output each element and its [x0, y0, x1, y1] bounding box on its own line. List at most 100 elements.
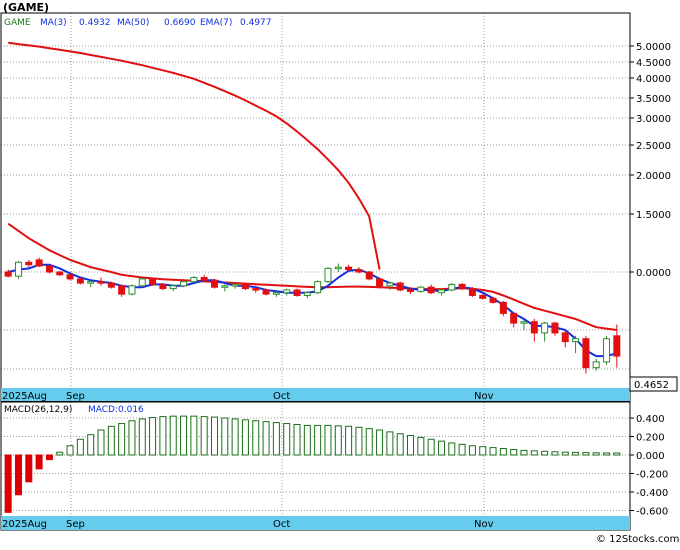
macd-bar — [283, 423, 291, 456]
macd-axis-label: 0.200 — [636, 433, 665, 444]
macd-bar — [87, 434, 95, 456]
macd-date-label-sep: Sep — [66, 519, 85, 530]
candle-body — [530, 321, 538, 334]
candle-body — [572, 338, 580, 343]
candle-body — [221, 285, 229, 288]
macd-bar — [407, 435, 415, 456]
candle-body — [169, 285, 177, 290]
macd-panel — [0, 401, 631, 531]
macd-bar — [345, 425, 353, 456]
price-axis-label: 4.0000 — [636, 74, 671, 85]
candle-body — [190, 277, 198, 283]
price-axis-label: 2.5000 — [636, 141, 671, 152]
macd-bar — [468, 445, 476, 456]
date-label-oct: Oct — [273, 391, 290, 402]
price-axis-label: 3.5000 — [636, 94, 671, 105]
macd-bar — [190, 415, 198, 456]
candle-body — [603, 338, 611, 363]
macd-bar — [510, 448, 518, 456]
candle-body — [407, 289, 415, 292]
date-label-sep: Sep — [66, 391, 85, 402]
candle-body — [489, 297, 497, 303]
legend-ma50-value: 0.6690 — [164, 18, 196, 28]
macd-bar — [138, 418, 146, 456]
macd-axis-label: -0.400 — [636, 488, 668, 499]
macd-bar — [314, 424, 322, 456]
price-axis-label: 0.0000 — [636, 268, 671, 279]
macd-bar — [489, 447, 497, 456]
candle-body — [582, 338, 590, 369]
price-axis-label: 2.0000 — [636, 171, 671, 182]
candle-body — [200, 277, 208, 281]
candle-body — [448, 283, 456, 291]
candle-body — [138, 278, 146, 287]
candle-body — [45, 265, 53, 273]
legend-ema7-value: 0.4977 — [240, 18, 272, 28]
price-legend: GAME MA(3) 0.4932 MA(50) 0.6690 EMA(7) 0… — [4, 18, 272, 28]
price-axis-label: 4.5000 — [636, 58, 671, 69]
price-axis-label: 3.0000 — [636, 114, 671, 125]
macd-bar — [252, 420, 260, 456]
macd-label: MACD(26,12,9) — [4, 405, 72, 415]
macd-bar — [396, 433, 404, 456]
macd-bar — [561, 451, 569, 456]
candle-body — [314, 281, 322, 294]
macd-bar — [572, 451, 580, 456]
macd-bar — [128, 420, 136, 456]
candle-body — [334, 266, 342, 270]
macd-date-label-nov: Nov — [474, 519, 494, 530]
ticker-title: (GAME) — [3, 1, 49, 14]
candle-body — [510, 312, 518, 324]
macd-bar — [200, 416, 208, 456]
candle-body — [324, 267, 332, 283]
candle-body — [159, 283, 167, 290]
candle-body — [396, 282, 404, 291]
macd-axis-label: 0.000 — [636, 451, 665, 462]
macd-bar — [231, 418, 239, 456]
candle-body — [458, 283, 466, 290]
candle-body — [107, 282, 115, 288]
macd-bar — [520, 449, 528, 456]
price-axis-label: 5.0000 — [636, 42, 671, 53]
candle-body — [231, 283, 239, 287]
stock-chart-panel: (GAME) GAME MA(3) 0.4932 MA(50) 0.6690 E… — [0, 0, 680, 546]
candle-body — [613, 335, 621, 357]
candle-body — [262, 289, 270, 295]
candle-body — [561, 332, 569, 343]
macd-bar — [437, 440, 445, 456]
macd-bar — [427, 438, 435, 456]
candle-body — [499, 301, 507, 314]
price-axis-label: 1.5000 — [636, 210, 671, 221]
macd-bar — [479, 446, 487, 456]
macd-bar — [499, 448, 507, 456]
candle-body — [128, 285, 136, 295]
last-price-label: 0.4652 — [634, 380, 669, 391]
macd-date-strip — [1, 516, 630, 530]
macd-axis-label: -0.600 — [636, 507, 668, 518]
candle-body — [293, 289, 301, 296]
legend-ema7-label: EMA(7) — [200, 18, 232, 28]
candle-body — [66, 274, 74, 280]
candle-body — [76, 278, 84, 284]
macd-bar — [448, 442, 456, 456]
date-label-nov: Nov — [474, 391, 494, 402]
macd-bar — [45, 454, 53, 461]
candle-body — [149, 278, 157, 285]
candle-body — [252, 288, 260, 291]
macd-bar — [386, 431, 394, 456]
macd-bar — [4, 454, 12, 513]
candle-body — [35, 259, 43, 267]
macd-bar — [592, 452, 600, 456]
macd-bar — [530, 450, 538, 456]
macd-bar — [56, 451, 64, 456]
candle-body — [272, 292, 280, 295]
candle-body — [25, 261, 33, 266]
macd-bar — [241, 419, 249, 456]
legend-ma50-label: MA(50) — [117, 18, 149, 28]
legend-symbol: GAME — [4, 18, 31, 28]
chart-canvas: (GAME) GAME MA(3) 0.4932 MA(50) 0.6690 E… — [0, 1, 679, 545]
candle-body — [479, 294, 487, 299]
macd-bar — [76, 438, 84, 456]
candle-body — [541, 322, 549, 334]
candle-body — [355, 269, 363, 273]
